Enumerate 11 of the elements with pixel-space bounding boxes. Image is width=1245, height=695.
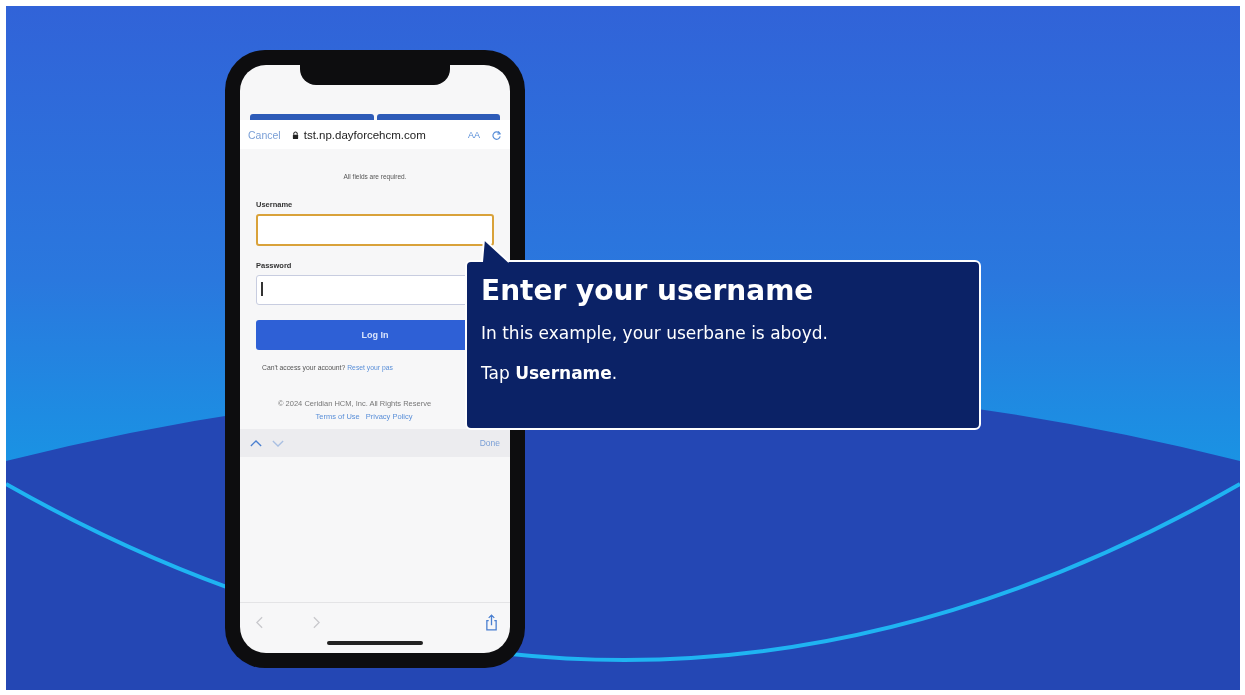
done-button[interactable]: Done [479,438,500,448]
share-icon[interactable] [485,613,498,631]
input-field[interactable] [256,214,494,246]
lock-icon [291,130,299,140]
text-size-button[interactable]: AA [468,130,480,140]
url-text[interactable]: tst.np.dayforcehcm.com [303,129,463,141]
up-chevron-icon[interactable] [250,439,262,447]
reload-icon[interactable] [491,129,502,141]
callout-title: Enter your username [481,274,815,307]
callout-text: Tap Username. [481,363,619,383]
cancel-link[interactable]: Cancel [248,129,281,141]
